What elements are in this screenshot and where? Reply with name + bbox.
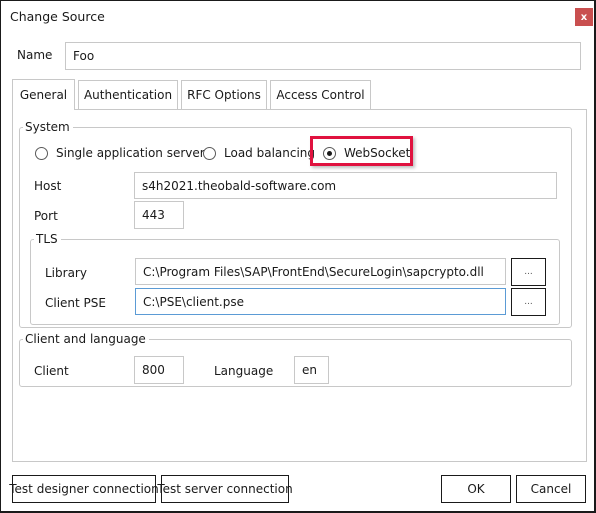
tab-label: Authentication <box>83 88 173 102</box>
button-label: Cancel <box>530 482 572 496</box>
language-input[interactable] <box>294 356 329 384</box>
radio-websocket[interactable]: WebSocket <box>323 146 410 160</box>
port-label: Port <box>34 209 58 223</box>
button-label: Test designer connection <box>9 482 159 496</box>
change-source-dialog: Change Source x Name General Authenticat… <box>0 0 596 513</box>
client-label: Client <box>34 364 69 378</box>
client-pse-label: Client PSE <box>45 296 106 310</box>
radio-unchecked-icon <box>203 146 216 160</box>
radio-single-application-server[interactable]: Single application server <box>35 146 205 160</box>
client-language-legend: Client and language <box>23 332 149 346</box>
cancel-button[interactable]: Cancel <box>516 475 586 503</box>
language-label: Language <box>214 364 274 378</box>
ellipsis-icon: ... <box>524 267 533 277</box>
dialog-title: Change Source <box>10 9 105 24</box>
test-designer-connection-button[interactable]: Test designer connection <box>9 475 159 503</box>
tab-access-control[interactable]: Access Control <box>270 80 371 109</box>
tab-rfc-options[interactable]: RFC Options <box>181 80 267 109</box>
system-legend: System <box>23 120 73 134</box>
name-input[interactable] <box>65 42 581 70</box>
tab-label: Access Control <box>276 88 365 102</box>
test-server-connection-button[interactable]: Test server connection <box>157 475 293 503</box>
button-label: Test server connection <box>157 482 293 496</box>
tab-authentication[interactable]: Authentication <box>78 80 178 109</box>
library-label: Library <box>45 266 87 280</box>
radio-label: Single application server <box>56 146 205 160</box>
client-pse-browse-button[interactable]: ... <box>511 288 546 316</box>
close-button[interactable]: x <box>575 8 593 26</box>
host-label: Host <box>34 179 62 193</box>
radio-unchecked-icon <box>35 146 48 160</box>
client-input[interactable] <box>134 356 184 384</box>
radio-checked-icon <box>323 146 336 160</box>
radio-label: WebSocket <box>344 146 411 160</box>
client-pse-input[interactable] <box>135 288 506 315</box>
tls-legend: TLS <box>34 232 61 246</box>
library-browse-button[interactable]: ... <box>511 258 546 286</box>
tab-label: RFC Options <box>187 88 261 102</box>
button-label: OK <box>467 482 485 496</box>
name-label: Name <box>17 48 53 62</box>
ellipsis-icon: ... <box>524 297 533 307</box>
ok-button[interactable]: OK <box>441 475 511 503</box>
close-icon: x <box>580 11 588 23</box>
radio-label: Load balancing <box>224 146 316 160</box>
radio-load-balancing[interactable]: Load balancing <box>203 146 315 160</box>
library-input[interactable] <box>135 258 506 285</box>
host-input[interactable] <box>134 172 557 199</box>
tab-general[interactable]: General <box>12 79 75 110</box>
tab-label: General <box>19 88 68 102</box>
port-input[interactable] <box>134 201 184 229</box>
